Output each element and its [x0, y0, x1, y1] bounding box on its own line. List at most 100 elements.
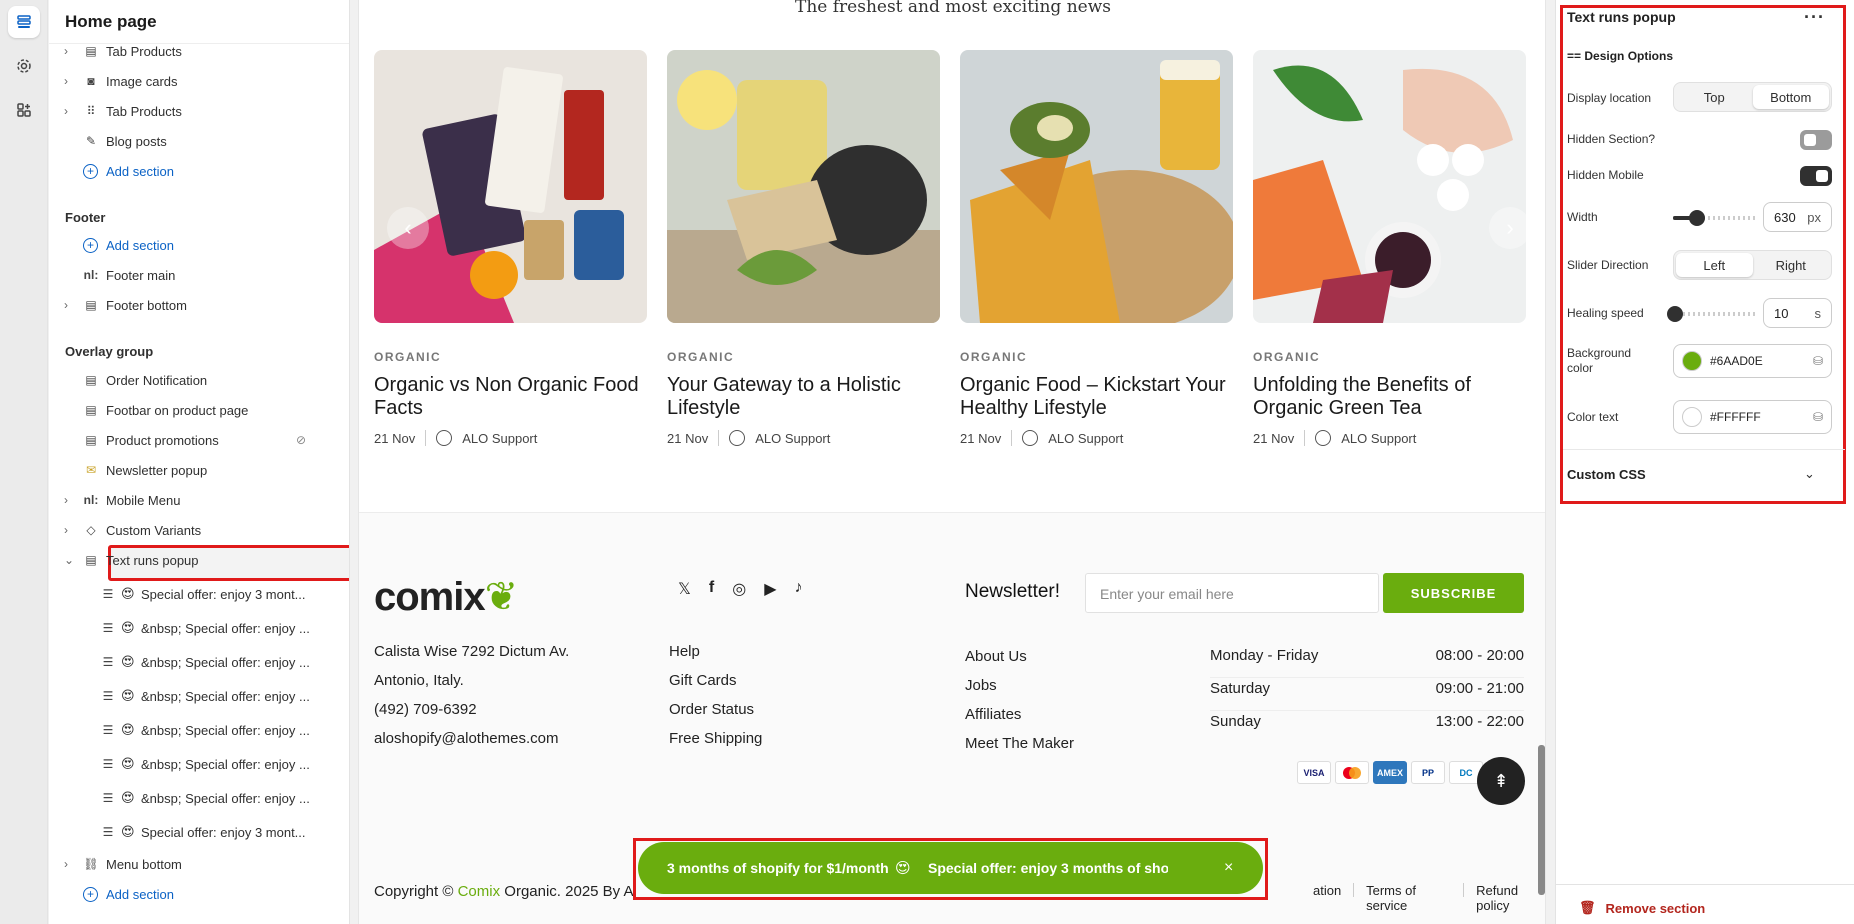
blog-image[interactable] — [667, 50, 940, 323]
database-icon[interactable]: ⛁ — [1813, 354, 1823, 368]
youtube-icon[interactable]: ▶ — [764, 579, 776, 599]
section-image-cards[interactable]: › ◙ Image cards — [49, 67, 339, 95]
footer-link[interactable]: Affiliates — [965, 706, 1074, 723]
text-color-picker[interactable]: #FFFFFF ⛁ — [1673, 400, 1832, 434]
slider-knob[interactable] — [1667, 306, 1683, 322]
section-blog-posts[interactable]: ✎ Blog posts — [49, 127, 339, 155]
gear-icon[interactable] — [8, 50, 40, 82]
legal-link[interactable]: ation — [1313, 883, 1341, 913]
blog-card[interactable]: ORGANIC Organic Food – Kickstart Your He… — [960, 50, 1233, 446]
display-location-top[interactable]: Top — [1676, 85, 1753, 109]
block-item[interactable]: ☰ 😍 &nbsp; Special offer: enjoy ... — [49, 614, 339, 642]
sections-icon[interactable] — [8, 6, 40, 38]
block-item[interactable]: ☰ 😍 &nbsp; Special offer: enjoy ... — [49, 716, 339, 744]
block-item[interactable]: ☰ 😍 Special offer: enjoy 3 mont... — [49, 580, 339, 608]
width-slider[interactable] — [1673, 210, 1755, 226]
text-runs-popup[interactable]: 3 months of shopify for $1/month 😍 Speci… — [638, 842, 1263, 894]
eye-hidden-icon[interactable]: ⊘ — [296, 433, 306, 447]
footer-link[interactable]: About Us — [965, 648, 1074, 665]
section-mobile-menu[interactable]: › nl: Mobile Menu — [49, 486, 339, 514]
back-to-top-button[interactable]: ⇞ — [1477, 757, 1525, 805]
width-input[interactable]: 630 px — [1763, 202, 1832, 232]
hidden-section-toggle[interactable] — [1800, 130, 1832, 150]
section-tab-products-1[interactable]: › ▤ Tab Products — [49, 37, 339, 65]
add-section-template[interactable]: + Add section — [49, 157, 339, 185]
blog-title[interactable]: Organic vs Non Organic Food Facts — [374, 374, 647, 420]
color-swatch[interactable] — [1682, 351, 1702, 371]
section-order-notification[interactable]: ▤ Order Notification — [49, 366, 339, 394]
footer-link[interactable]: Order Status — [669, 701, 762, 718]
section-tab-products-2[interactable]: › ⠿ Tab Products — [49, 97, 339, 125]
block-item[interactable]: ☰ 😍 Special offer: enjoy 3 mont... — [49, 818, 339, 846]
chevron-right-icon[interactable]: › — [64, 44, 68, 58]
color-swatch[interactable] — [1682, 407, 1702, 427]
chevron-right-icon[interactable]: › — [64, 523, 68, 537]
block-item[interactable]: ☰ 😍 &nbsp; Special offer: enjoy ... — [49, 682, 339, 710]
add-section-overlay[interactable]: + Add section — [49, 880, 339, 908]
chevron-right-icon[interactable]: › — [64, 74, 68, 88]
footer-link[interactable]: Gift Cards — [669, 672, 762, 689]
preview-scrollbar[interactable] — [1538, 745, 1545, 895]
add-section-footer[interactable]: + Add section — [49, 231, 339, 259]
database-icon[interactable]: ⛁ — [1813, 410, 1823, 424]
chevron-right-icon[interactable]: › — [64, 857, 68, 871]
footer-link[interactable]: Jobs — [965, 677, 1074, 694]
blog-title[interactable]: Unfolding the Benefits of Organic Green … — [1253, 374, 1526, 420]
brand-logo[interactable]: comix❦ — [374, 574, 518, 620]
x-icon[interactable]: 𝕏 — [678, 579, 691, 599]
healing-speed-input[interactable]: 10 s — [1763, 298, 1832, 328]
section-menu-bottom[interactable]: › ⛓ Menu bottom — [49, 850, 339, 878]
subscribe-button[interactable]: SUBSCRIBE — [1383, 573, 1524, 613]
carousel-prev-button[interactable]: ‹ — [387, 207, 429, 249]
blog-title[interactable]: Organic Food – Kickstart Your Healthy Li… — [960, 374, 1233, 420]
section-newsletter-popup[interactable]: ✉ Newsletter popup — [49, 456, 339, 484]
blog-image[interactable] — [960, 50, 1233, 323]
block-item[interactable]: ☰ 😍 &nbsp; Special offer: enjoy ... — [49, 750, 339, 778]
slider-knob[interactable] — [1689, 210, 1706, 226]
chevron-right-icon[interactable]: › — [64, 493, 68, 507]
footer-link[interactable]: Help — [669, 643, 762, 660]
blog-card[interactable]: ORGANIC Your Gateway to a Holistic Lifes… — [667, 50, 940, 446]
slider-direction-right[interactable]: Right — [1753, 253, 1830, 277]
footer-link[interactable]: Meet The Maker — [965, 735, 1074, 752]
more-options-icon[interactable]: ··· — [1804, 7, 1825, 28]
healing-speed-slider[interactable] — [1667, 306, 1755, 322]
blog-author: ALO Support — [1048, 430, 1124, 446]
section-footbar[interactable]: ▤ Footbar on product page — [49, 396, 339, 424]
newsletter-email-input[interactable]: Enter your email here — [1085, 573, 1379, 613]
chevron-down-icon[interactable]: ⌄ — [1804, 466, 1815, 482]
blog-image[interactable] — [1253, 50, 1526, 323]
blog-image[interactable] — [374, 50, 647, 323]
carousel-next-button[interactable]: › — [1489, 207, 1531, 249]
slider-direction-left[interactable]: Left — [1676, 253, 1753, 277]
section-footer-main[interactable]: nl: Footer main — [49, 261, 339, 289]
blog-card[interactable]: ORGANIC Organic vs Non Organic Food Fact… — [374, 50, 647, 446]
legal-link[interactable]: Terms of service — [1366, 883, 1451, 913]
section-text-runs-popup[interactable]: ⌄ ▤ Text runs popup — [49, 546, 339, 574]
copyright-brand[interactable]: Comix — [458, 883, 501, 900]
blog-title[interactable]: Your Gateway to a Holistic Lifestyle — [667, 374, 940, 420]
tiktok-icon[interactable]: ♪ — [795, 579, 803, 599]
footer-link[interactable]: Free Shipping — [669, 730, 762, 747]
section-product-promotions[interactable]: ▤ Product promotions ⊘ — [49, 426, 339, 454]
section-custom-variants[interactable]: › ◇ Custom Variants — [49, 516, 339, 544]
hidden-mobile-toggle[interactable] — [1800, 166, 1832, 186]
settings-title: Text runs popup — [1567, 9, 1676, 25]
instagram-icon[interactable]: ◎ — [732, 579, 746, 599]
block-item[interactable]: ☰ 😍 &nbsp; Special offer: enjoy ... — [49, 648, 339, 676]
close-icon[interactable]: × — [1224, 859, 1233, 877]
divider — [1011, 430, 1013, 446]
legal-link[interactable]: Refund policy — [1476, 883, 1545, 913]
chevron-right-icon[interactable]: › — [64, 298, 68, 312]
remove-section-button[interactable]: 🗑 Remove section — [1579, 900, 1705, 916]
block-item[interactable]: ☰ 😍 &nbsp; Special offer: enjoy ... — [49, 784, 339, 812]
section-footer-bottom[interactable]: › ▤ Footer bottom — [49, 291, 339, 319]
blog-card[interactable]: ORGANIC Unfolding the Benefits of Organi… — [1253, 50, 1526, 446]
chevron-down-icon[interactable]: ⌄ — [64, 553, 74, 567]
custom-css-toggle[interactable]: Custom CSS — [1567, 467, 1646, 482]
facebook-icon[interactable]: f — [709, 579, 714, 599]
display-location-bottom[interactable]: Bottom — [1752, 85, 1829, 109]
apps-icon[interactable] — [8, 94, 40, 126]
chevron-right-icon[interactable]: › — [64, 104, 68, 118]
background-color-picker[interactable]: #6AAD0E ⛁ — [1673, 344, 1832, 378]
